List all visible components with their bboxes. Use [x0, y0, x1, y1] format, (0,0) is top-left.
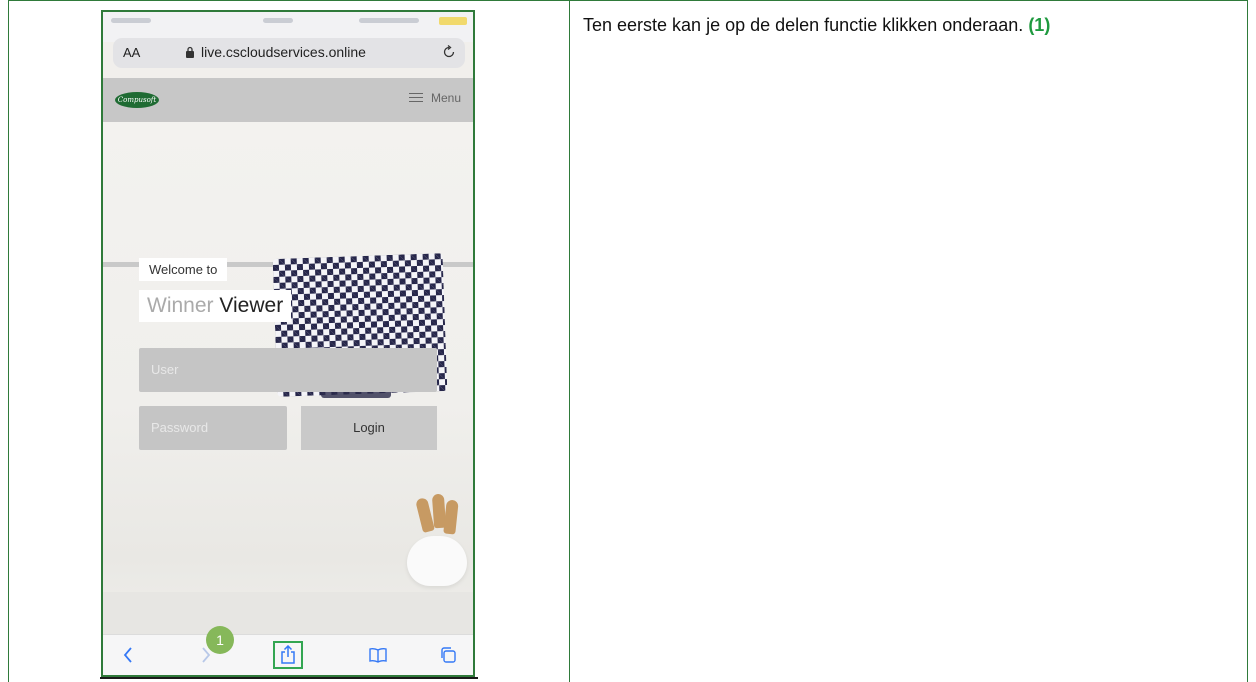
reload-icon[interactable]	[441, 44, 457, 60]
battery-icon	[439, 17, 467, 25]
image-baseline	[100, 677, 478, 679]
address-bar[interactable]: AA live.cscloudservices.online	[113, 38, 465, 68]
app-title: Winner Viewer	[139, 290, 292, 322]
phone-screenshot: AA live.cscloudservices.online Compusoft…	[101, 10, 475, 677]
table-column-divider	[569, 0, 570, 682]
share-icon[interactable]	[273, 641, 303, 669]
lock-icon	[186, 46, 194, 58]
login-hero: Welcome to Winner Viewer User Password L…	[103, 122, 473, 634]
table-right-border	[1247, 0, 1248, 682]
instruction-text: Ten eerste kan je op de delen functie kl…	[583, 12, 1233, 38]
table-left-border	[8, 0, 9, 682]
welcome-text: Welcome to	[139, 258, 228, 281]
back-icon[interactable]	[117, 644, 139, 666]
instruction-body: Ten eerste kan je op de delen functie kl…	[583, 15, 1024, 35]
url-text[interactable]: live.cscloudservices.online	[201, 44, 366, 60]
user-input[interactable]: User	[139, 348, 437, 392]
app-title-dark: Viewer	[219, 294, 284, 317]
tabs-icon[interactable]	[437, 644, 459, 666]
hamburger-icon	[408, 93, 423, 103]
signal-indicator	[111, 18, 151, 23]
step-reference: (1)	[1028, 15, 1051, 35]
status-icons	[359, 18, 419, 23]
countertop	[103, 592, 473, 634]
compusoft-logo[interactable]: Compusoft	[115, 92, 159, 108]
bookmarks-icon[interactable]	[367, 644, 389, 666]
white-bowl	[407, 536, 467, 586]
browser-toolbar	[103, 634, 473, 675]
login-button[interactable]: Login	[301, 406, 437, 450]
clock-blur	[263, 18, 293, 23]
site-header: Compusoft Menu	[103, 78, 473, 122]
password-input[interactable]: Password	[139, 406, 287, 450]
table-top-border	[8, 0, 1248, 1]
wooden-spoon	[443, 499, 459, 535]
app-title-light: Winner	[147, 294, 214, 317]
text-size-button[interactable]: AA	[123, 45, 140, 60]
menu-button[interactable]: Menu	[408, 91, 461, 105]
menu-label: Menu	[430, 91, 461, 105]
step-badge: 1	[206, 626, 234, 654]
